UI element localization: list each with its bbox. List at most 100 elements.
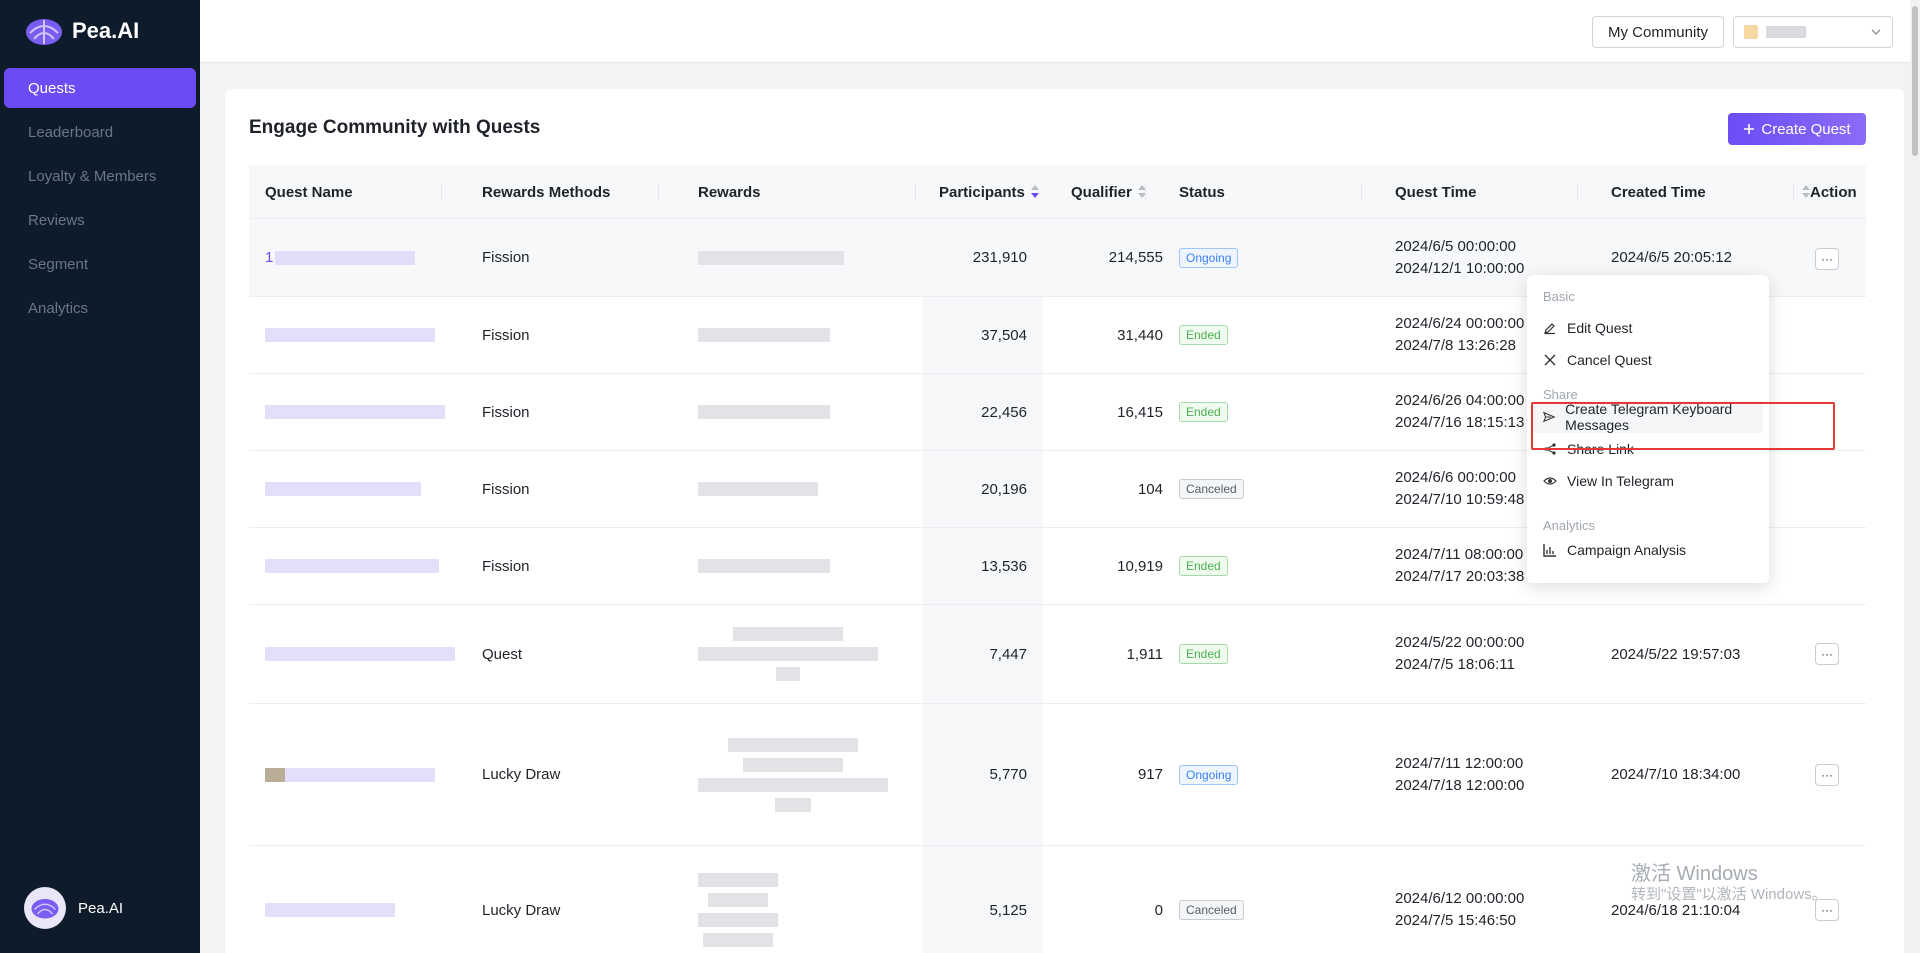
rewards-method-cell: Quest [482, 645, 523, 663]
rewards-method-cell: Fission [482, 326, 530, 344]
scrollbar-thumb[interactable] [1912, 6, 1918, 156]
pea-logo-icon [31, 899, 59, 919]
row-action-button[interactable]: ··· [1815, 764, 1839, 786]
col-rewards: Rewards [698, 183, 761, 201]
sidebar-item-quests[interactable]: Quests [4, 68, 196, 108]
bar-chart-icon [1543, 544, 1556, 557]
quest-name-cell[interactable] [265, 605, 455, 703]
table-row[interactable]: Lucky Draw 5,770 917 Ongoing 2024/7/11 1… [249, 704, 1866, 846]
participants-cell: 231,910 [972, 249, 1027, 266]
quest-time-cell: 2024/6/24 00:00:00 2024/7/8 13:26:28 [1395, 315, 1525, 354]
page-scrollbar[interactable] [1910, 0, 1920, 953]
col-rewards-methods: Rewards Methods [482, 183, 611, 201]
top-header: My Community [200, 0, 1920, 63]
col-quest-time: Quest Time [1395, 183, 1477, 201]
brand-name: Pea.AI [72, 18, 140, 43]
quest-time-cell: 2024/7/11 12:00:00 2024/7/18 12:00:00 [1395, 754, 1525, 794]
brand[interactable]: Pea.AI [24, 15, 139, 47]
quest-time-cell: 2024/6/5 00:00:00 2024/12/1 10:00:00 [1395, 237, 1525, 277]
participants-cell: 5,770 [989, 766, 1027, 783]
quest-time-cell: 2024/5/22 00:00:00 2024/7/5 18:06:11 [1395, 634, 1525, 673]
status-cell: Canceled [1179, 451, 1244, 527]
status-badge: Canceled [1179, 479, 1244, 499]
status-badge: Ended [1179, 644, 1228, 664]
created-time-cell: 2024/5/22 19:57:03 [1611, 645, 1741, 663]
page-title: Engage Community with Quests [249, 117, 541, 138]
col-created-time[interactable]: Created Time [1611, 165, 1811, 219]
qualifier-cell: 10,919 [1117, 557, 1163, 575]
qualifier-cell: 917 [1137, 766, 1163, 783]
rewards-method-cell: Fission [482, 480, 530, 498]
participants-cell: 20,196 [981, 480, 1027, 498]
quest-name-cell[interactable] [265, 528, 439, 604]
rewards-method-cell: Fission [482, 557, 530, 575]
rewards-cell [698, 451, 818, 527]
col-qualifier[interactable]: Qualifier [1071, 165, 1161, 219]
quest-name-cell[interactable] [265, 451, 421, 527]
menu-item-edit-quest[interactable]: Edit Quest [1543, 315, 1632, 341]
row-action-menu: Basic Edit Quest Cancel Quest Share Crea… [1527, 275, 1769, 583]
column-divider [1577, 183, 1578, 201]
rewards-method-cell: Lucky Draw [482, 901, 561, 919]
table-row[interactable]: Lucky Draw 5,125 0 Canceled 2024/6/12 00… [249, 846, 1866, 953]
close-icon [1544, 354, 1556, 366]
create-quest-label: Create Quest [1761, 120, 1851, 138]
menu-group-basic: Basic [1543, 289, 1575, 304]
table-row[interactable]: Quest 7,447 1,911 Ended 2024/5/22 00:00:… [249, 605, 1866, 704]
column-divider [1145, 183, 1146, 201]
menu-item-campaign-analysis[interactable]: Campaign Analysis [1543, 537, 1686, 563]
chevron-down-icon [1871, 29, 1881, 35]
quest-time-cell: 2024/6/6 00:00:00 2024/7/10 10:59:48 [1395, 469, 1525, 508]
user-name: Pea.AI [78, 899, 124, 917]
status-badge: Ended [1179, 325, 1228, 345]
sidebar-item-segment[interactable]: Segment [4, 244, 196, 284]
quest-name-cell[interactable] [265, 704, 435, 845]
menu-group-analytics: Analytics [1543, 518, 1596, 533]
status-badge: Ended [1179, 556, 1228, 576]
menu-item-share-link[interactable]: Share Link [1543, 436, 1634, 462]
menu-item-create-telegram-keyboard-messages[interactable]: Create Telegram Keyboard Messages [1543, 401, 1769, 433]
quest-time-cell: 2024/6/26 04:00:00 2024/7/16 18:15:13 [1395, 392, 1525, 431]
row-action-button[interactable]: ··· [1815, 248, 1839, 270]
status-cell: Canceled [1179, 846, 1244, 953]
status-cell: Ongoing [1179, 704, 1239, 845]
account-icon [1744, 25, 1758, 39]
sidebar-item-analytics[interactable]: Analytics [4, 288, 196, 328]
column-divider [1361, 183, 1362, 201]
quest-name-cell[interactable] [265, 297, 435, 373]
row-action-button[interactable]: ··· [1815, 643, 1839, 665]
sort-icon[interactable] [1030, 185, 1039, 199]
menu-item-view-in-telegram[interactable]: View In Telegram [1543, 468, 1674, 494]
account-select[interactable] [1733, 16, 1893, 48]
status-cell: Ongoing [1179, 219, 1239, 296]
rewards-method-cell: Lucky Draw [482, 766, 561, 783]
quest-name-cell[interactable] [265, 846, 395, 953]
pea-logo-icon [26, 19, 62, 45]
status-badge: Ongoing [1179, 247, 1239, 268]
quest-name-cell[interactable] [265, 374, 445, 450]
create-quest-button[interactable]: Create Quest [1728, 113, 1866, 145]
sidebar-item-loyalty-members[interactable]: Loyalty & Members [4, 156, 196, 196]
sidebar-item-reviews[interactable]: Reviews [4, 200, 196, 240]
sidebar-nav: Quests Leaderboard Loyalty & Members Rev… [0, 68, 200, 332]
edit-icon [1544, 323, 1555, 335]
sort-icon[interactable] [1801, 185, 1810, 199]
col-action: Action [1810, 183, 1857, 201]
user-profile[interactable]: Pea.AI [24, 887, 123, 929]
rewards-cell [698, 374, 830, 450]
column-divider [1793, 183, 1794, 201]
status-cell: Ended [1179, 605, 1228, 703]
rewards-method-cell: Fission [482, 403, 530, 421]
column-divider [915, 183, 916, 201]
participants-cell: 37,504 [981, 326, 1027, 344]
quest-name-cell[interactable]: 1 [265, 219, 425, 296]
rewards-cell [698, 219, 844, 296]
menu-item-cancel-quest[interactable]: Cancel Quest [1543, 347, 1652, 373]
sidebar-item-leaderboard[interactable]: Leaderboard [4, 112, 196, 152]
qualifier-cell: 0 [1154, 901, 1163, 919]
qualifier-cell: 16,415 [1117, 403, 1163, 421]
participants-cell: 7,447 [989, 645, 1027, 663]
my-community-button[interactable]: My Community [1592, 16, 1724, 48]
status-badge: Canceled [1179, 900, 1244, 920]
col-participants[interactable]: Participants [939, 165, 1049, 219]
